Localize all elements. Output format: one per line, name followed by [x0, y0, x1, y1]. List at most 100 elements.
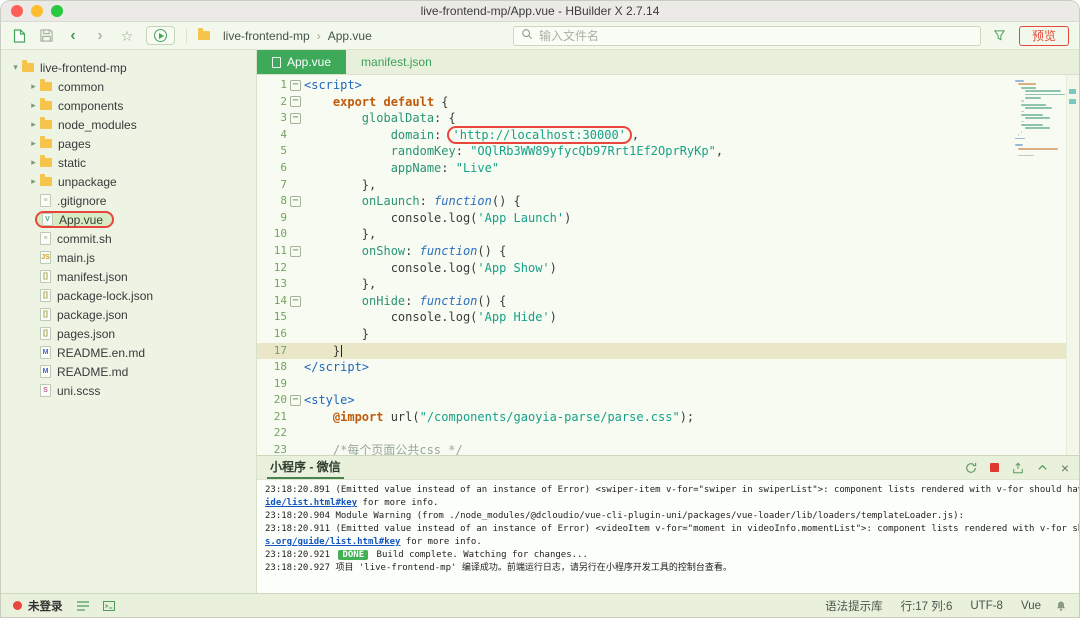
- code-line-21[interactable]: 21 @import url("/components/gaoyia-parse…: [257, 409, 1079, 426]
- back-icon[interactable]: ‹: [65, 27, 81, 45]
- minimap[interactable]: [1015, 80, 1065, 158]
- status-item-1[interactable]: 行:17 列:6: [901, 598, 953, 614]
- code-line-12[interactable]: 12 console.log('App Show'): [257, 260, 1079, 277]
- console-log[interactable]: 23:18:20.891 (Emitted value instead of a…: [257, 480, 1079, 593]
- status-item-3[interactable]: Vue: [1021, 600, 1041, 612]
- save-icon[interactable]: [38, 27, 54, 45]
- login-status[interactable]: 未登录: [13, 598, 63, 614]
- code-line-1[interactable]: 1 <script>: [257, 77, 1079, 94]
- json-file-icon: [40, 289, 51, 302]
- editor-scrollbar[interactable]: [1066, 75, 1079, 455]
- tree-item-README.en.md[interactable]: README.en.md: [1, 343, 256, 362]
- code-line-14[interactable]: 14 onHide: function() {: [257, 293, 1079, 310]
- code-line-6[interactable]: 6 appName: "Live": [257, 160, 1079, 177]
- done-badge: DONE: [338, 550, 369, 560]
- collapse-panel-icon[interactable]: [1037, 462, 1048, 473]
- chevron-right-icon[interactable]: ▸: [27, 157, 40, 168]
- forward-icon[interactable]: ›: [92, 27, 108, 45]
- tree-item-package.json[interactable]: package.json: [1, 305, 256, 324]
- close-window-button[interactable]: [11, 5, 23, 17]
- code-line-19[interactable]: 19: [257, 376, 1079, 393]
- console-tab-wechat-mp[interactable]: 小程序 - 微信: [267, 456, 344, 479]
- code-line-11[interactable]: 11 onShow: function() {: [257, 243, 1079, 260]
- run-button[interactable]: [146, 26, 175, 45]
- outline-list-icon[interactable]: [76, 600, 89, 611]
- fold-marker-icon[interactable]: [287, 243, 304, 260]
- restart-log-icon[interactable]: [965, 462, 977, 474]
- status-item-0[interactable]: 语法提示库: [825, 598, 883, 614]
- chevron-right-icon[interactable]: ▸: [27, 138, 40, 149]
- code-line-8[interactable]: 8 onLaunch: function() {: [257, 193, 1079, 210]
- code-line-20[interactable]: 20 <style>: [257, 392, 1079, 409]
- tree-item-pages.json[interactable]: pages.json: [1, 324, 256, 343]
- tree-item-manifest.json[interactable]: manifest.json: [1, 267, 256, 286]
- tree-item-App.vue[interactable]: App.vue: [1, 210, 256, 229]
- breadcrumb-project[interactable]: live-frontend-mp: [223, 29, 310, 43]
- breadcrumb-file[interactable]: App.vue: [328, 29, 372, 43]
- code-line-18[interactable]: 18 </script>: [257, 359, 1079, 376]
- code-line-13[interactable]: 13 },: [257, 276, 1079, 293]
- fold-marker-icon[interactable]: [287, 94, 304, 111]
- bell-icon[interactable]: [1055, 600, 1067, 612]
- tree-item-README.md[interactable]: README.md: [1, 362, 256, 381]
- chevron-right-icon[interactable]: ▸: [27, 119, 40, 130]
- tree-item-static[interactable]: ▸ static: [1, 153, 256, 172]
- file-search-box[interactable]: [512, 25, 981, 46]
- log-link[interactable]: ide/list.html#key: [265, 498, 357, 508]
- tree-item-node_modules[interactable]: ▸ node_modules: [1, 115, 256, 134]
- tree-item-live-frontend-mp[interactable]: ▾ live-frontend-mp: [1, 58, 256, 77]
- fold-marker-icon[interactable]: [287, 392, 304, 409]
- filter-funnel-icon[interactable]: [992, 27, 1008, 45]
- tree-item-label: common: [58, 79, 105, 94]
- code-line-23[interactable]: 23 /*每个页面公共css */: [257, 442, 1079, 455]
- tree-item-pages[interactable]: ▸ pages: [1, 134, 256, 153]
- stop-icon[interactable]: [989, 463, 999, 472]
- tree-item-uni.scss[interactable]: uni.scss: [1, 381, 256, 400]
- fold-marker-icon[interactable]: [287, 293, 304, 310]
- tree-item-unpackage[interactable]: ▸ unpackage: [1, 172, 256, 191]
- tab-manifest-json[interactable]: manifest.json: [346, 50, 447, 74]
- tree-item-main.js[interactable]: main.js: [1, 248, 256, 267]
- preview-button[interactable]: 预览: [1018, 25, 1069, 46]
- code-line-3[interactable]: 3 globalData: {: [257, 110, 1079, 127]
- tree-item-commit.sh[interactable]: commit.sh: [1, 229, 256, 248]
- code-line-5[interactable]: 5 randomKey: "OQlRb3WW89yfycQb97Rrt1Ef2O…: [257, 143, 1079, 160]
- code-line-15[interactable]: 15 console.log('App Hide'): [257, 309, 1079, 326]
- code-line-4[interactable]: 4 domain: 'http://localhost:30000',: [257, 125, 1079, 144]
- code-line-17[interactable]: 17 }: [257, 342, 1079, 360]
- minimize-window-button[interactable]: [31, 5, 43, 17]
- close-panel-icon[interactable]: ×: [1061, 461, 1069, 475]
- chevron-down-icon[interactable]: ▾: [9, 62, 22, 73]
- code-line-2[interactable]: 2 export default {: [257, 94, 1079, 111]
- new-file-icon[interactable]: [11, 27, 27, 45]
- log-link[interactable]: s.org/guide/list.html#key: [265, 537, 400, 547]
- chevron-right-icon[interactable]: ▸: [27, 81, 40, 92]
- main-area: ▾ live-frontend-mp ▸ common ▸ components ▸ node…: [1, 50, 1079, 593]
- export-log-icon[interactable]: [1012, 462, 1024, 474]
- status-item-2[interactable]: UTF-8: [970, 600, 1003, 612]
- fold-marker-icon[interactable]: [287, 110, 304, 127]
- code-line-9[interactable]: 9 console.log('App Launch'): [257, 210, 1079, 227]
- tree-item-package-lock.json[interactable]: package-lock.json: [1, 286, 256, 305]
- bookmark-star-icon[interactable]: ☆: [119, 27, 135, 45]
- code-line-10[interactable]: 10 },: [257, 226, 1079, 243]
- tree-item-.gitignore[interactable]: .gitignore: [1, 191, 256, 210]
- fold-marker-icon[interactable]: [287, 77, 304, 94]
- code-line-16[interactable]: 16 }: [257, 326, 1079, 343]
- tree-item-label: pages.json: [57, 326, 116, 341]
- tree-item-common[interactable]: ▸ common: [1, 77, 256, 96]
- search-input[interactable]: [538, 28, 973, 43]
- play-icon: [154, 29, 167, 42]
- code-editor[interactable]: 1<script>2 export default {3 globalData:…: [257, 75, 1079, 455]
- zoom-window-button[interactable]: [51, 5, 63, 17]
- tree-item-components[interactable]: ▸ components: [1, 96, 256, 115]
- chevron-right-icon[interactable]: ▸: [27, 176, 40, 187]
- code-line-22[interactable]: 22: [257, 425, 1079, 442]
- terminal-icon[interactable]: [102, 600, 115, 611]
- tab-app-vue[interactable]: App.vue: [257, 50, 347, 74]
- line-number: 10: [273, 227, 287, 241]
- chevron-right-icon[interactable]: ▸: [27, 100, 40, 111]
- code-line-7[interactable]: 7 },: [257, 177, 1079, 194]
- fold-marker-icon[interactable]: [287, 193, 304, 210]
